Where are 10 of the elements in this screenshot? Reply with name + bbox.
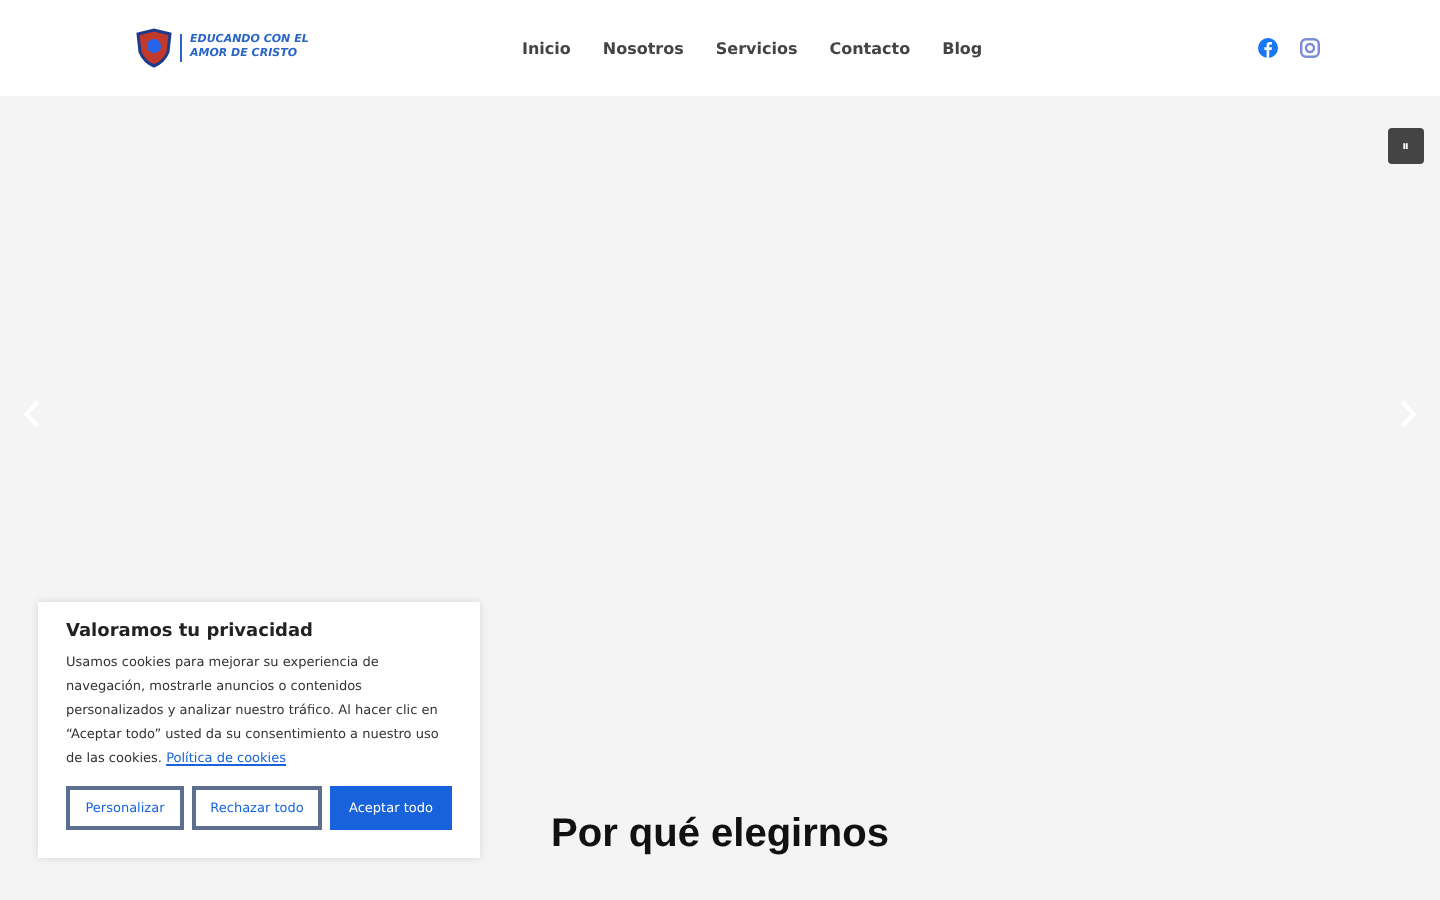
facebook-icon[interactable] bbox=[1258, 38, 1278, 58]
nav-link[interactable]: Blog bbox=[942, 39, 983, 57]
cookie-title: Valoramos tu privacidad bbox=[66, 622, 316, 642]
nav-link[interactable]: Contacto bbox=[829, 39, 911, 57]
section-heading: Por qué elegirnos bbox=[549, 812, 891, 858]
nav-link[interactable]: Nosotros bbox=[602, 39, 684, 57]
shield-logo-icon bbox=[136, 28, 172, 68]
nav-link[interactable]: Servicios bbox=[715, 39, 798, 57]
nav-link[interactable]: Inicio bbox=[522, 39, 571, 57]
instagram-icon[interactable] bbox=[1300, 38, 1320, 58]
